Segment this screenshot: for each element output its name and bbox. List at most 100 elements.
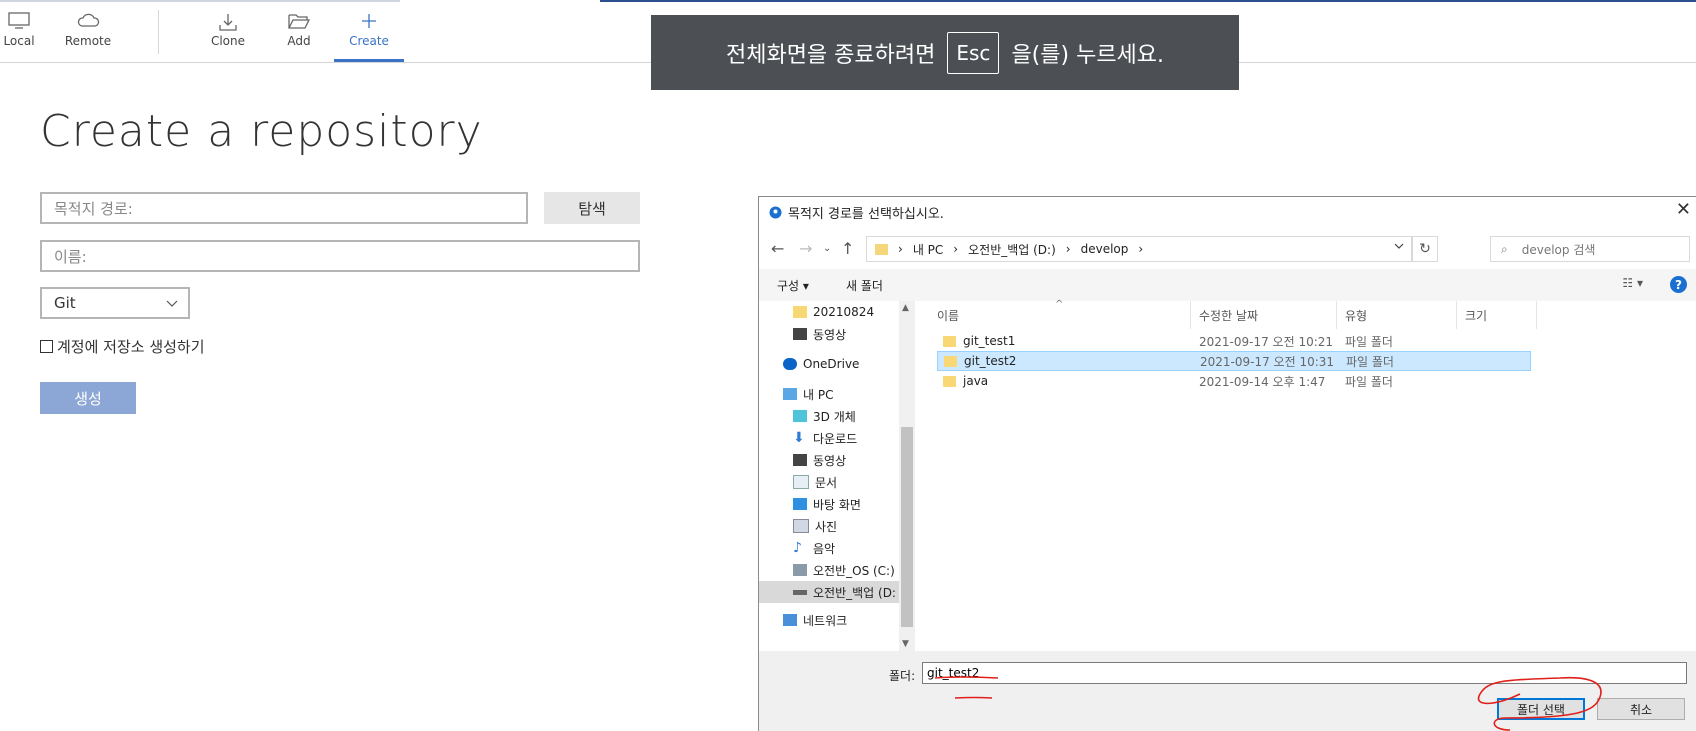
dialog-footer: 폴더: git_test2 폴더 선택 취소 bbox=[759, 651, 1696, 731]
search-input[interactable]: ⌕ develop 검색 bbox=[1490, 236, 1690, 262]
scroll-down-icon[interactable]: ▼ bbox=[902, 639, 909, 649]
create-button[interactable]: 생성 bbox=[40, 382, 136, 414]
scroll-thumb[interactable] bbox=[901, 427, 913, 627]
breadcrumb-develop[interactable]: develop bbox=[1081, 242, 1129, 256]
download-icon bbox=[193, 8, 263, 34]
nav-item-my-pc[interactable]: 내 PC bbox=[783, 383, 833, 405]
window-edge-left bbox=[0, 0, 400, 2]
browse-button[interactable]: 탐색 bbox=[544, 192, 640, 224]
create-on-account-checkbox[interactable] bbox=[40, 340, 53, 353]
scroll-up-icon[interactable]: ▲ bbox=[902, 303, 909, 313]
active-tab-indicator bbox=[334, 59, 404, 62]
new-folder-button[interactable]: 새 폴더 bbox=[846, 277, 883, 294]
toast-text-after: 을(를) 누르세요. bbox=[1011, 42, 1165, 68]
sort-ascending-icon: ^ bbox=[1055, 299, 1064, 310]
folder-icon bbox=[793, 306, 807, 318]
create-tab-button[interactable]: Create bbox=[334, 8, 404, 58]
music-note-icon: ♪ bbox=[793, 540, 802, 556]
search-icon: ⌕ bbox=[1501, 241, 1508, 256]
plus-icon bbox=[334, 8, 404, 34]
navigation-pane: 20210824 동영상 OneDrive 내 PC 3D 개체 ⬇ 다운로드 … bbox=[759, 301, 917, 651]
navigation-scrollbar[interactable]: ▲ ▼ bbox=[899, 301, 915, 651]
select-folder-button[interactable]: 폴더 선택 bbox=[1497, 698, 1585, 720]
add-button[interactable]: Add bbox=[264, 8, 334, 58]
destination-path-input[interactable]: 목적지 경로: bbox=[40, 192, 528, 224]
video-icon bbox=[793, 454, 807, 466]
video-icon bbox=[793, 328, 807, 340]
folder-icon bbox=[944, 355, 957, 367]
close-icon[interactable]: ✕ bbox=[1676, 199, 1691, 220]
nav-item-pictures[interactable]: 사진 bbox=[793, 515, 837, 537]
file-row[interactable]: java 2021-09-14 오후 1:47 파일 폴더 bbox=[937, 371, 1531, 391]
clone-button[interactable]: Clone bbox=[193, 8, 263, 58]
nav-item-20210824[interactable]: 20210824 bbox=[793, 301, 874, 323]
navigation-row: ← → ⌄ ↑ › 내 PC › 오전반_백업 (D:) › develop ›… bbox=[759, 233, 1696, 267]
file-row[interactable]: git_test1 2021-09-17 오전 10:21 파일 폴더 bbox=[937, 331, 1531, 351]
forward-arrow-icon[interactable]: → bbox=[799, 239, 812, 258]
nav-item-3d-objects[interactable]: 3D 개체 bbox=[793, 405, 856, 427]
nav-item-downloads[interactable]: ⬇ 다운로드 bbox=[793, 427, 857, 449]
column-header-type[interactable]: 유형 bbox=[1337, 301, 1457, 329]
esc-key-badge: Esc bbox=[947, 31, 1000, 74]
folder-label: 폴더: bbox=[889, 669, 916, 683]
cloud-icon bbox=[53, 8, 123, 34]
cancel-button[interactable]: 취소 bbox=[1597, 698, 1685, 720]
recent-locations-chevron-icon[interactable]: ⌄ bbox=[823, 243, 831, 254]
toast-text-before: 전체화면을 종료하려면 bbox=[725, 42, 936, 68]
refresh-icon[interactable]: ↻ bbox=[1412, 236, 1438, 262]
page-title: Create a repository bbox=[40, 106, 483, 157]
chevron-down-icon bbox=[166, 295, 178, 313]
nav-item-drive-c[interactable]: 오전반_OS (C:) bbox=[793, 559, 895, 581]
computer-icon bbox=[783, 388, 797, 400]
vcs-type-select[interactable]: Git bbox=[40, 287, 190, 319]
monitor-icon bbox=[0, 8, 54, 34]
drive-icon bbox=[793, 589, 807, 595]
folder-picker-dialog: 목적지 경로를 선택하십시오. ✕ ← → ⌄ ↑ › 내 PC › 오전반_백… bbox=[758, 196, 1696, 731]
breadcrumb-drive-d[interactable]: 오전반_백업 (D:) bbox=[968, 241, 1056, 258]
folder-name-input[interactable]: git_test2 bbox=[922, 662, 1687, 684]
remote-button[interactable]: Remote bbox=[53, 8, 123, 58]
folder-icon bbox=[943, 335, 956, 347]
download-arrow-icon: ⬇ bbox=[793, 430, 805, 446]
toolbar-divider bbox=[158, 10, 159, 54]
nav-item-documents[interactable]: 문서 bbox=[793, 471, 837, 493]
nav-item-videos-sub[interactable]: 동영상 bbox=[793, 323, 846, 345]
organize-menu[interactable]: 구성 ▾ bbox=[777, 277, 809, 294]
fullscreen-exit-toast: 전체화면을 종료하려면 Esc 을(를) 누르세요. bbox=[651, 15, 1239, 90]
picture-icon bbox=[793, 519, 809, 533]
address-bar[interactable]: › 내 PC › 오전반_백업 (D:) › develop › bbox=[866, 236, 1412, 262]
open-folder-icon bbox=[264, 8, 334, 34]
cube-icon bbox=[793, 410, 807, 422]
nav-item-onedrive[interactable]: OneDrive bbox=[783, 353, 859, 375]
column-header-size[interactable]: 크기 bbox=[1457, 301, 1537, 329]
address-dropdown-chevron-icon[interactable] bbox=[1393, 240, 1405, 255]
dialog-title: 목적지 경로를 선택하십시오. bbox=[788, 207, 944, 222]
nav-item-network[interactable]: 네트워크 bbox=[783, 609, 847, 631]
window-edge-right bbox=[600, 0, 1696, 2]
column-header-modified[interactable]: 수정한 날짜 bbox=[1191, 301, 1337, 329]
create-on-account-row: 계정에 저장소 생성하기 bbox=[40, 336, 205, 357]
system-drive-icon bbox=[793, 564, 807, 576]
breadcrumb-my-pc[interactable]: 내 PC bbox=[913, 241, 943, 258]
folder-icon bbox=[875, 243, 888, 255]
local-button[interactable]: Local bbox=[0, 8, 54, 58]
desktop-icon bbox=[793, 498, 807, 510]
cloud-icon bbox=[783, 358, 797, 370]
repository-name-input[interactable]: 이름: bbox=[40, 240, 640, 272]
nav-item-music[interactable]: ♪ 음악 bbox=[793, 537, 835, 559]
nav-item-drive-d[interactable]: 오전반_백업 (D: bbox=[759, 581, 899, 603]
document-icon bbox=[793, 475, 809, 489]
app-pin-icon bbox=[769, 206, 782, 219]
help-icon[interactable]: ? bbox=[1670, 276, 1687, 293]
column-header-name[interactable]: 이름 ^ bbox=[929, 299, 1191, 329]
file-row-selected[interactable]: git_test2 2021-09-17 오전 10:31 파일 폴더 bbox=[937, 351, 1531, 371]
command-bar: 구성 ▾ 새 폴더 ☷ ▾ ? bbox=[759, 269, 1696, 301]
file-list: 이름 ^ 수정한 날짜 유형 크기 git_test1 2021-09-17 오… bbox=[919, 299, 1696, 651]
nav-item-desktop[interactable]: 바탕 화면 bbox=[793, 493, 861, 515]
back-arrow-icon[interactable]: ← bbox=[771, 239, 784, 258]
network-icon bbox=[783, 614, 797, 626]
folder-icon bbox=[943, 375, 956, 387]
up-arrow-icon[interactable]: ↑ bbox=[841, 239, 854, 258]
nav-item-videos[interactable]: 동영상 bbox=[793, 449, 846, 471]
view-options-icon[interactable]: ☷ ▾ bbox=[1622, 276, 1643, 290]
